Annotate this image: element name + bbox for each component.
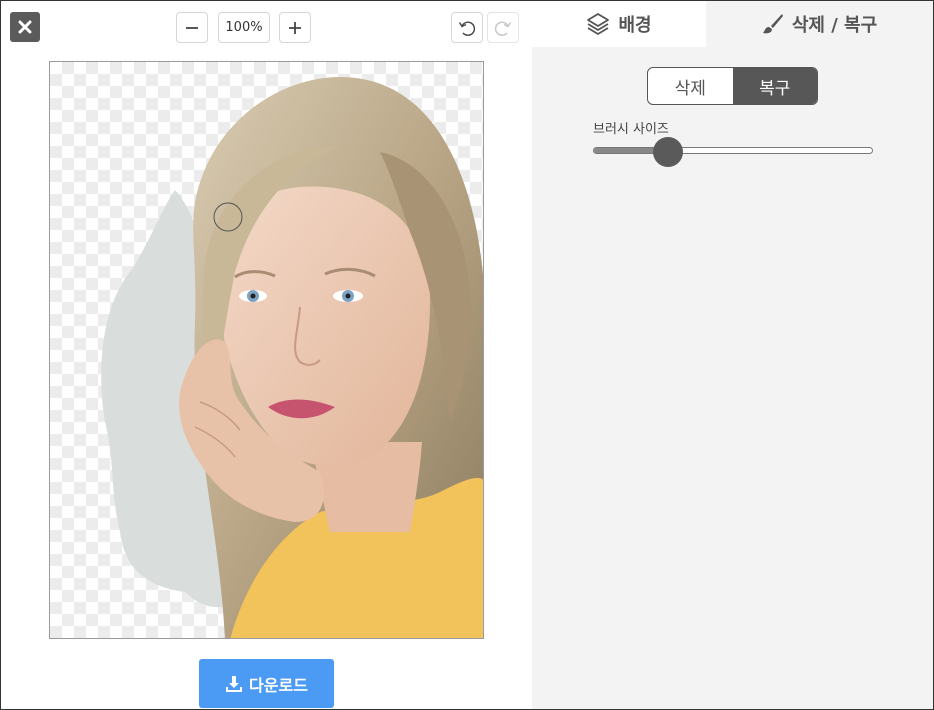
close-button[interactable] xyxy=(10,12,40,42)
download-label: 다운로드 xyxy=(249,675,308,695)
redo-icon xyxy=(494,21,512,36)
tab-erase-restore-label: 삭제 / 복구 xyxy=(791,15,878,36)
redo-button[interactable] xyxy=(487,12,519,43)
undo-icon xyxy=(458,21,476,36)
mode-toggle: 삭제 복구 xyxy=(647,67,818,105)
settings-panel: 배경 삭제 / 복구 삭제 복구 브러시 사이즈 xyxy=(532,1,933,709)
image-canvas[interactable] xyxy=(49,61,484,639)
layers-icon xyxy=(587,13,610,35)
tab-background-label: 배경 xyxy=(618,15,652,36)
editor-window: 100% 다운로드 배경 삭제 / 복구 삭제 복구 브러시 사이즈 xyxy=(0,0,934,710)
zoom-level-display: 100% xyxy=(218,12,270,43)
panel-tabs: 배경 삭제 / 복구 xyxy=(532,1,933,47)
minus-icon xyxy=(186,26,198,29)
canvas-area: 100% 다운로드 xyxy=(1,1,532,709)
close-icon xyxy=(18,20,32,34)
portrait-image xyxy=(101,77,483,638)
plus-icon xyxy=(289,21,301,34)
mode-restore-button[interactable]: 복구 xyxy=(732,68,817,104)
tab-background[interactable]: 배경 xyxy=(532,1,706,47)
download-button[interactable]: 다운로드 xyxy=(199,659,334,708)
brush-icon xyxy=(762,14,783,34)
zoom-in-button[interactable] xyxy=(279,12,311,43)
download-icon xyxy=(226,675,243,692)
brush-size-label: 브러시 사이즈 xyxy=(593,122,669,137)
brush-size-slider[interactable] xyxy=(593,147,873,154)
zoom-level-text: 100% xyxy=(225,20,263,35)
tab-erase-restore[interactable]: 삭제 / 복구 xyxy=(706,1,933,47)
brush-size-slider-thumb[interactable] xyxy=(653,137,683,167)
zoom-out-button[interactable] xyxy=(176,12,208,43)
mode-erase-button[interactable]: 삭제 xyxy=(648,68,733,104)
undo-button[interactable] xyxy=(451,12,483,43)
